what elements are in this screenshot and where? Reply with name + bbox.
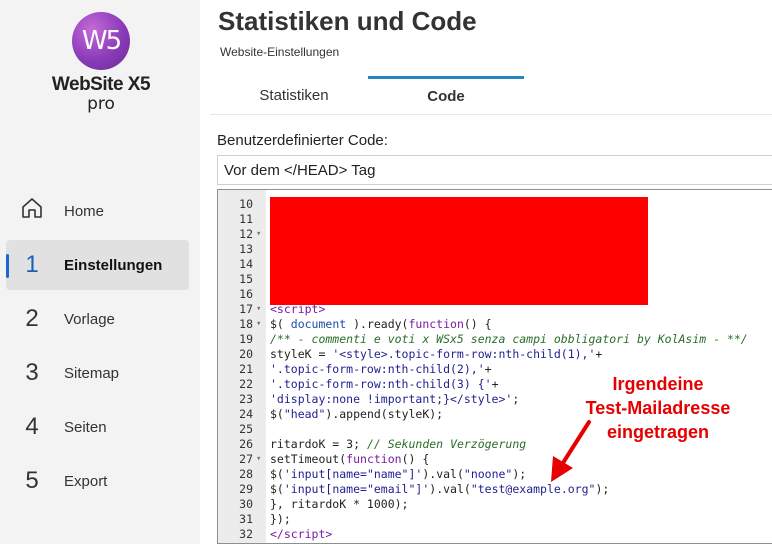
tab-code[interactable]: Code <box>368 76 524 114</box>
sidebar: W5 WebSite X5 pro Home 1 Einstellungen 2… <box>0 0 200 544</box>
code-line: 30}, ritardoK * 1000); <box>239 497 409 511</box>
code-line: 18 ▾ $( document ).ready(function() { <box>239 317 492 332</box>
sidebar-item-seiten[interactable]: 4 Seiten <box>6 402 189 452</box>
code-line: 19/** - commenti e voti x WSx5 senza cam… <box>239 332 748 346</box>
sidebar-item-sitemap[interactable]: 3 Sitemap <box>6 348 189 398</box>
tab-bar: Statistiken Code <box>210 76 772 115</box>
code-editor[interactable]: // ... 10 11 12▾ 13 14 15 16 17▾<script>… <box>217 189 772 544</box>
page-title: Statistiken und Code <box>218 6 477 36</box>
sidebar-item-label: Sitemap <box>64 364 120 382</box>
sidebar-item-einstellungen[interactable]: 1 Einstellungen <box>6 240 189 290</box>
code-line: 28 $('input[name="name"]').val("noone"); <box>239 467 527 481</box>
app-logo: W5 WebSite X5 pro <box>50 10 160 120</box>
tab-statistiken[interactable]: Statistiken <box>220 76 368 114</box>
step-number: 2 <box>25 305 39 332</box>
step-number: 3 <box>25 359 39 386</box>
annotation-arrow-icon <box>551 420 591 482</box>
sidebar-item-label: Home <box>64 202 105 220</box>
code-line: 20 styleK = '<style>.topic-form-row:nth-c… <box>239 347 603 361</box>
sidebar-item-label: Vorlage <box>64 310 115 328</box>
code-line: 27 ▾ setTimeout(function() { <box>239 452 430 467</box>
logo-name: WebSite X5 <box>51 74 151 95</box>
sidebar-item-vorlage[interactable]: 2 Vorlage <box>6 294 189 344</box>
sidebar-item-label: Einstellungen <box>64 256 163 274</box>
step-number: 5 <box>25 467 39 494</box>
sidebar-item-home[interactable]: Home <box>6 186 189 236</box>
fold-icon[interactable]: ▾ <box>256 227 261 242</box>
custom-code-label: Benutzerdefinierter Code: <box>217 132 388 149</box>
sidebar-item-label: Export <box>64 472 108 490</box>
logo-edition: pro <box>87 94 115 114</box>
home-icon <box>12 196 52 227</box>
fold-icon[interactable]: ▾ <box>256 302 261 317</box>
code-line: // ... <box>218 190 772 197</box>
sidebar-item-label: Seiten <box>64 418 107 436</box>
code-position-select[interactable]: Vor dem </HEAD> Tag <box>217 155 772 185</box>
code-line: 29 $('input[name="email"]').val("test@exa… <box>239 482 610 496</box>
logo-mark: W5 <box>72 12 130 70</box>
redaction-box <box>270 197 648 305</box>
step-number: 4 <box>25 413 39 440</box>
fold-icon[interactable]: ▾ <box>256 452 261 467</box>
sidebar-item-export[interactable]: 5 Export <box>6 456 189 506</box>
page-subtitle: Website-Einstellungen <box>220 45 340 59</box>
sidebar-nav: Home 1 Einstellungen 2 Vorlage 3 Sitemap… <box>6 186 189 510</box>
fold-icon[interactable]: ▾ <box>256 317 261 332</box>
code-line: 31}); <box>239 512 291 526</box>
code-line: 32 </script> <box>239 527 333 541</box>
step-number: 1 <box>25 251 39 278</box>
